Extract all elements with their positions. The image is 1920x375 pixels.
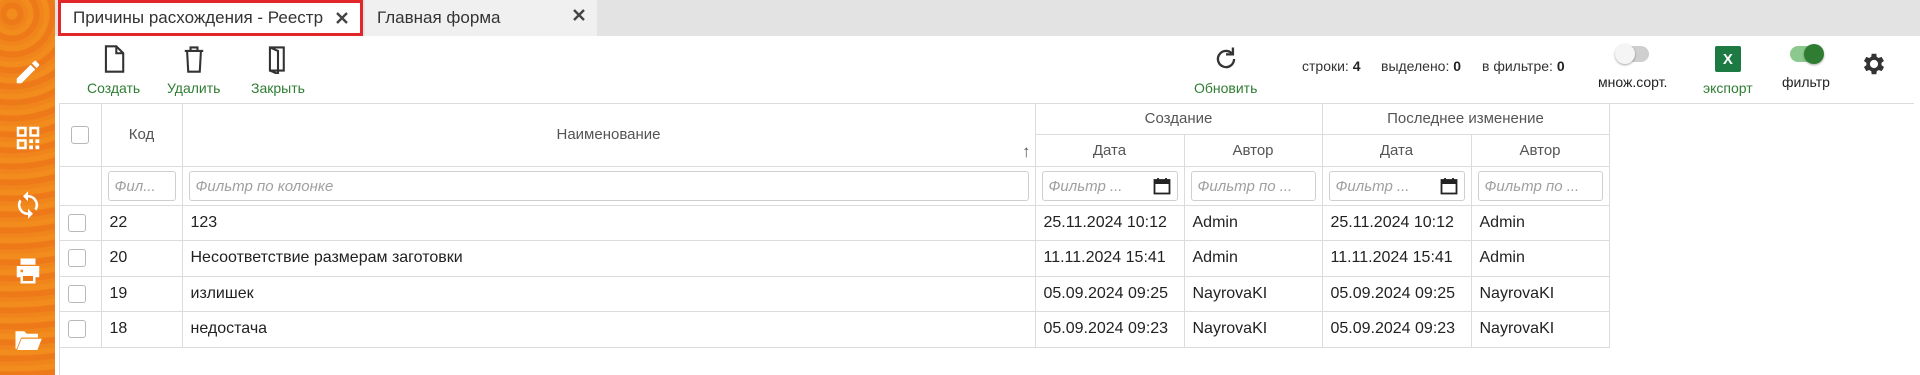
cell-code: 20 [100, 240, 183, 277]
header-name[interactable]: Наименование ↑ [181, 104, 1036, 167]
registry-table: Код Наименование ↑ Создание Последнее из… [60, 104, 1610, 348]
calendar-icon[interactable] [1440, 177, 1458, 195]
close-label: Закрыть [251, 80, 305, 96]
cell-name: 123 [181, 204, 1036, 241]
delete-button[interactable]: Удалить [167, 44, 220, 96]
select-all-checkbox[interactable] [71, 125, 90, 144]
filter-switch[interactable] [1789, 44, 1824, 64]
header-created-date[interactable]: Дата [1034, 133, 1185, 167]
group-header-modified: Последнее изменение [1321, 104, 1610, 135]
create-button[interactable]: Создать [87, 44, 140, 96]
row-checkbox[interactable] [68, 320, 86, 339]
export-label: экспорт [1703, 80, 1753, 96]
cell-modified-by: NayrovaKI [1470, 311, 1610, 348]
tab-registry[interactable]: Причины расхождения - Реестр [58, 0, 363, 36]
filter-label: фильтр [1782, 74, 1830, 90]
tab-label: Главная форма [377, 8, 501, 27]
filter-name-input[interactable]: Фильтр по колонке [188, 170, 1029, 201]
tab-main-form[interactable]: Главная форма [365, 0, 597, 36]
tab-strip: Причины расхождения - Реестр Главная фор… [55, 0, 1920, 36]
data-grid: Код Наименование ↑ Создание Последнее из… [59, 103, 1914, 375]
cell-modified-by: Admin [1470, 240, 1610, 277]
door-icon [268, 46, 285, 74]
table-row[interactable]: 18 недостача 05.09.2024 09:23 NayrovaKI … [60, 311, 1610, 348]
cell-created-by: Admin [1183, 204, 1323, 241]
cell-created-by: Admin [1183, 240, 1323, 277]
cell-modified: 05.09.2024 09:25 [1321, 275, 1472, 312]
filter-toggle[interactable]: фильтр [1782, 44, 1830, 90]
toolbar: Создать Удалить Закрыть Обновить строки:… [55, 36, 1920, 102]
close-icon[interactable] [334, 10, 350, 26]
refresh-button[interactable]: Обновить [1194, 44, 1257, 96]
multisort-label: множ.сорт. [1598, 74, 1668, 90]
filter-created-author-input[interactable]: Фильтр по ... [1190, 170, 1316, 201]
excel-icon: X [1714, 46, 1741, 72]
group-header-created: Создание [1034, 104, 1323, 135]
cell-modified: 05.09.2024 09:23 [1321, 311, 1472, 348]
selected-counter: выделено: 0 [1381, 58, 1462, 74]
cell-code: 19 [100, 275, 183, 312]
cell-name: Несоответствие размерам заготовки [181, 240, 1036, 277]
sync-icon[interactable] [13, 190, 43, 220]
folder-open-icon[interactable] [13, 325, 43, 355]
close-icon[interactable] [571, 7, 587, 23]
cell-created: 05.09.2024 09:25 [1034, 275, 1185, 312]
create-label: Создать [87, 80, 141, 96]
cell-modified: 11.11.2024 15:41 [1321, 240, 1472, 277]
filter-created-date-input[interactable]: Фильтр ... [1041, 170, 1178, 201]
cell-name: недостача [181, 311, 1036, 348]
rows-counter: строки: 4 [1302, 58, 1361, 74]
header-code[interactable]: Код [100, 104, 183, 167]
calendar-icon[interactable] [1153, 177, 1171, 195]
row-checkbox[interactable] [68, 249, 86, 268]
refresh-icon [1216, 47, 1235, 69]
multisort-switch[interactable] [1614, 44, 1649, 64]
cell-name: излишек [181, 275, 1036, 312]
filter-modified-date-input[interactable]: Фильтр ... [1328, 170, 1465, 201]
cell-modified: 25.11.2024 10:12 [1321, 204, 1472, 241]
tab-label: Причины расхождения - Реестр [73, 8, 324, 27]
row-checkbox[interactable] [68, 284, 86, 303]
sidebar [0, 0, 55, 375]
cell-modified-by: NayrovaKI [1470, 275, 1610, 312]
filter-modified-author-input[interactable]: Фильтр по ... [1477, 170, 1603, 201]
header-created-author[interactable]: Автор [1183, 133, 1323, 167]
filter-code-input[interactable]: Фил... [107, 170, 176, 201]
trash-icon [184, 46, 203, 73]
cell-created: 25.11.2024 10:12 [1034, 204, 1185, 241]
delete-label: Удалить [167, 80, 221, 96]
cell-created-by: NayrovaKI [1183, 311, 1323, 348]
close-button[interactable]: Закрыть [251, 44, 305, 96]
select-all-cell [60, 104, 102, 167]
cell-code: 18 [100, 311, 183, 348]
cell-modified-by: Admin [1470, 204, 1610, 241]
row-checkbox[interactable] [68, 213, 86, 232]
export-button[interactable]: X экспорт [1703, 46, 1753, 96]
qr-code-icon[interactable] [13, 123, 43, 153]
pencil-icon[interactable] [13, 57, 43, 87]
gear-icon[interactable] [1860, 50, 1888, 78]
refresh-label: Обновить [1194, 80, 1258, 96]
printer-icon[interactable] [13, 256, 43, 286]
cell-code: 22 [100, 204, 183, 241]
header-modified-author[interactable]: Автор [1470, 133, 1610, 167]
cell-created: 05.09.2024 09:23 [1034, 311, 1185, 348]
new-document-icon [104, 45, 124, 73]
cell-created-by: NayrovaKI [1183, 275, 1323, 312]
table-row[interactable]: 20 Несоответствие размерам заготовки 11.… [60, 240, 1610, 277]
filtered-counter: в фильтре: 0 [1482, 58, 1565, 74]
cell-created: 11.11.2024 15:41 [1034, 240, 1185, 277]
sort-asc-icon: ↑ [1022, 141, 1031, 161]
header-modified-date[interactable]: Дата [1321, 133, 1472, 167]
multisort-toggle[interactable]: множ.сорт. [1598, 44, 1668, 90]
table-row[interactable]: 22 123 25.11.2024 10:12 Admin 25.11.2024… [60, 204, 1610, 241]
table-row[interactable]: 19 излишек 05.09.2024 09:25 NayrovaKI 05… [60, 275, 1610, 312]
